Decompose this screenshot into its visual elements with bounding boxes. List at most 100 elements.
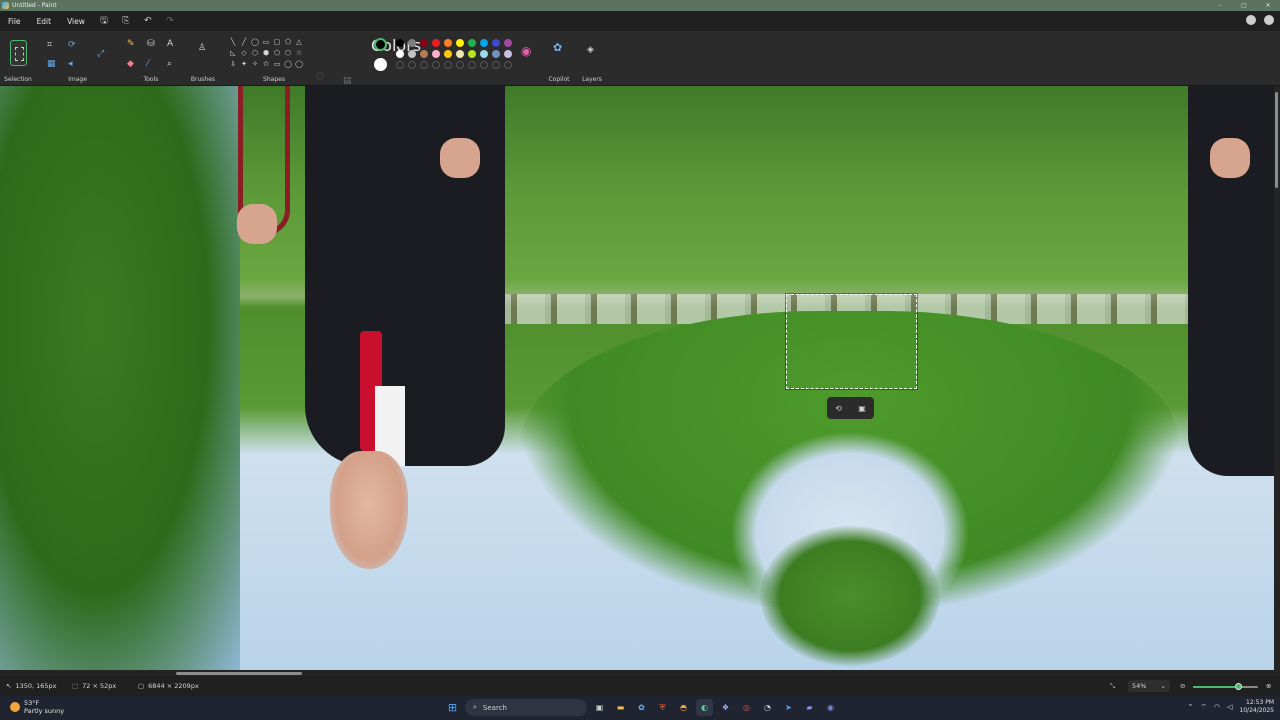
shape-option-25[interactable] (272, 70, 282, 80)
zoom-level[interactable]: 54% (1132, 682, 1146, 690)
layers-icon[interactable]: ◈ (587, 45, 594, 55)
ai-select-icon[interactable]: ▣ (858, 404, 866, 413)
share-icon[interactable]: ⎘ (115, 16, 137, 26)
volume-icon[interactable]: ◁ (1227, 703, 1232, 711)
vertical-scroll-thumb[interactable] (1275, 92, 1278, 188)
color-picker-icon[interactable]: ⁄ (147, 59, 149, 69)
crop-icon[interactable]: ⌗ (47, 40, 52, 50)
shape-option-16[interactable]: ✧ (250, 59, 260, 69)
shape-option-24[interactable] (261, 70, 271, 80)
custom-color-slot-7[interactable] (480, 61, 488, 69)
settings-icon[interactable] (1246, 15, 1256, 25)
shape-option-13[interactable]: ☆ (294, 48, 304, 58)
custom-color-slot-2[interactable] (420, 61, 428, 69)
custom-color-slot-3[interactable] (432, 61, 440, 69)
chrome-icon[interactable]: ◎ (738, 699, 755, 716)
windows-start-icon[interactable]: ⊞ (444, 699, 461, 716)
shape-option-7[interactable]: ◺ (228, 48, 238, 58)
browser-icon[interactable]: ◓ (675, 699, 692, 716)
color-swatch-0-8[interactable] (492, 39, 500, 47)
zoom-slider[interactable] (1193, 683, 1258, 690)
fill-icon[interactable]: ⛁ (147, 39, 155, 49)
color-swatch-1-9[interactable] (504, 50, 512, 58)
color-swatch-1-8[interactable] (492, 50, 500, 58)
horizontal-scroll-thumb[interactable] (176, 672, 302, 675)
close-button[interactable]: ✕ (1256, 0, 1280, 11)
color-swatch-0-1[interactable] (408, 39, 416, 47)
shape-option-12[interactable]: ⬡ (283, 48, 293, 58)
vertical-scrollbar[interactable] (1274, 86, 1280, 670)
color-swatch-1-2[interactable] (420, 50, 428, 58)
color-swatch-0-6[interactable] (468, 39, 476, 47)
color-swatch-0-0[interactable] (396, 39, 404, 47)
shape-option-22[interactable] (239, 70, 249, 80)
menu-edit[interactable]: Edit (29, 17, 60, 26)
custom-color-slot-9[interactable] (504, 61, 512, 69)
drawing-canvas[interactable]: ⟲ ▣ (0, 86, 1274, 670)
maximize-button[interactable]: ▢ (1232, 0, 1256, 11)
color-swatch-1-5[interactable] (456, 50, 464, 58)
clock[interactable]: 12:53 PM 10/24/2025 (1239, 699, 1274, 715)
color-swatch-0-3[interactable] (432, 39, 440, 47)
app-icon-settings[interactable]: ❖ (717, 699, 734, 716)
image-select-icon[interactable]: ▦ (47, 59, 56, 69)
shape-option-10[interactable]: ⬢ (261, 48, 271, 58)
color-swatch-1-3[interactable] (432, 50, 440, 58)
color-swatch-0-2[interactable] (420, 39, 428, 47)
fit-to-window-icon[interactable]: ⤡ (1110, 682, 1115, 691)
task-view-icon[interactable]: ▣ (591, 699, 608, 716)
magnifier-icon[interactable]: ⌕ (167, 59, 172, 69)
pencil-icon[interactable]: ✎ (127, 39, 135, 49)
primary-color[interactable] (374, 38, 387, 51)
copilot-taskbar-icon[interactable]: ✿ (633, 699, 650, 716)
file-explorer-icon[interactable]: ▬ (612, 699, 629, 716)
eraser-icon[interactable]: ◆ (127, 59, 134, 69)
zoom-out-icon[interactable]: ⊖ (1180, 682, 1185, 690)
telegram-icon[interactable]: ➤ (780, 699, 797, 716)
color-swatch-0-5[interactable] (456, 39, 464, 47)
taskbar-search[interactable]: ⌕ Search (465, 699, 587, 716)
wifi-icon[interactable]: ◠ (1214, 703, 1220, 711)
shape-option-8[interactable]: ◇ (239, 48, 249, 58)
custom-color-slot-4[interactable] (444, 61, 452, 69)
chevron-up-icon[interactable]: ⌃ (1187, 703, 1193, 711)
zoom-slider-knob[interactable] (1235, 683, 1242, 690)
app-icon-purple[interactable]: ▰ (801, 699, 818, 716)
shape-option-21[interactable] (228, 70, 238, 80)
minimize-button[interactable]: – (1208, 0, 1232, 11)
custom-color-slot-1[interactable] (408, 61, 416, 69)
shape-option-11[interactable]: ⬠ (272, 48, 282, 58)
shape-option-23[interactable] (250, 70, 260, 80)
shape-size-icon[interactable]: ▤ (343, 76, 352, 86)
brush-icon[interactable]: ♙ (198, 43, 206, 53)
shape-option-1[interactable]: ╱ (239, 37, 249, 47)
menu-file[interactable]: File (0, 17, 29, 26)
weather-widget[interactable]: 53°F Partly sunny (10, 699, 64, 715)
color-swatch-0-4[interactable] (444, 39, 452, 47)
copilot-icon[interactable]: ✿ (553, 42, 562, 53)
color-swatch-1-7[interactable] (480, 50, 488, 58)
shape-option-20[interactable]: ◯ (294, 59, 304, 69)
color-swatch-1-6[interactable] (468, 50, 476, 58)
shape-option-0[interactable]: ╲ (228, 37, 238, 47)
flip-icon[interactable]: ◂ (68, 59, 73, 69)
shape-option-15[interactable]: ✦ (239, 59, 249, 69)
color-swatch-1-4[interactable] (444, 50, 452, 58)
edit-colors-icon[interactable]: ◉ (521, 45, 531, 57)
shape-option-14[interactable]: ⇩ (228, 59, 238, 69)
brave-browser-icon[interactable]: ⛨ (654, 699, 671, 716)
save-icon[interactable]: 🖫 (93, 13, 115, 29)
shape-option-26[interactable] (283, 70, 293, 80)
selection-tool-button[interactable] (10, 40, 27, 66)
zoom-in-icon[interactable]: ⊕ (1266, 682, 1271, 690)
color-swatch-0-9[interactable] (504, 39, 512, 47)
shape-option-4[interactable]: ▢ (272, 37, 282, 47)
secondary-color[interactable] (374, 58, 387, 71)
discord-icon[interactable]: ◉ (822, 699, 839, 716)
shape-option-3[interactable]: ▭ (261, 37, 271, 47)
menu-view[interactable]: View (59, 17, 93, 26)
shape-option-18[interactable]: ▭ (272, 59, 282, 69)
color-swatch-0-7[interactable] (480, 39, 488, 47)
rotate-icon[interactable]: ⟳ (68, 40, 76, 50)
color-swatch-1-1[interactable] (408, 50, 416, 58)
